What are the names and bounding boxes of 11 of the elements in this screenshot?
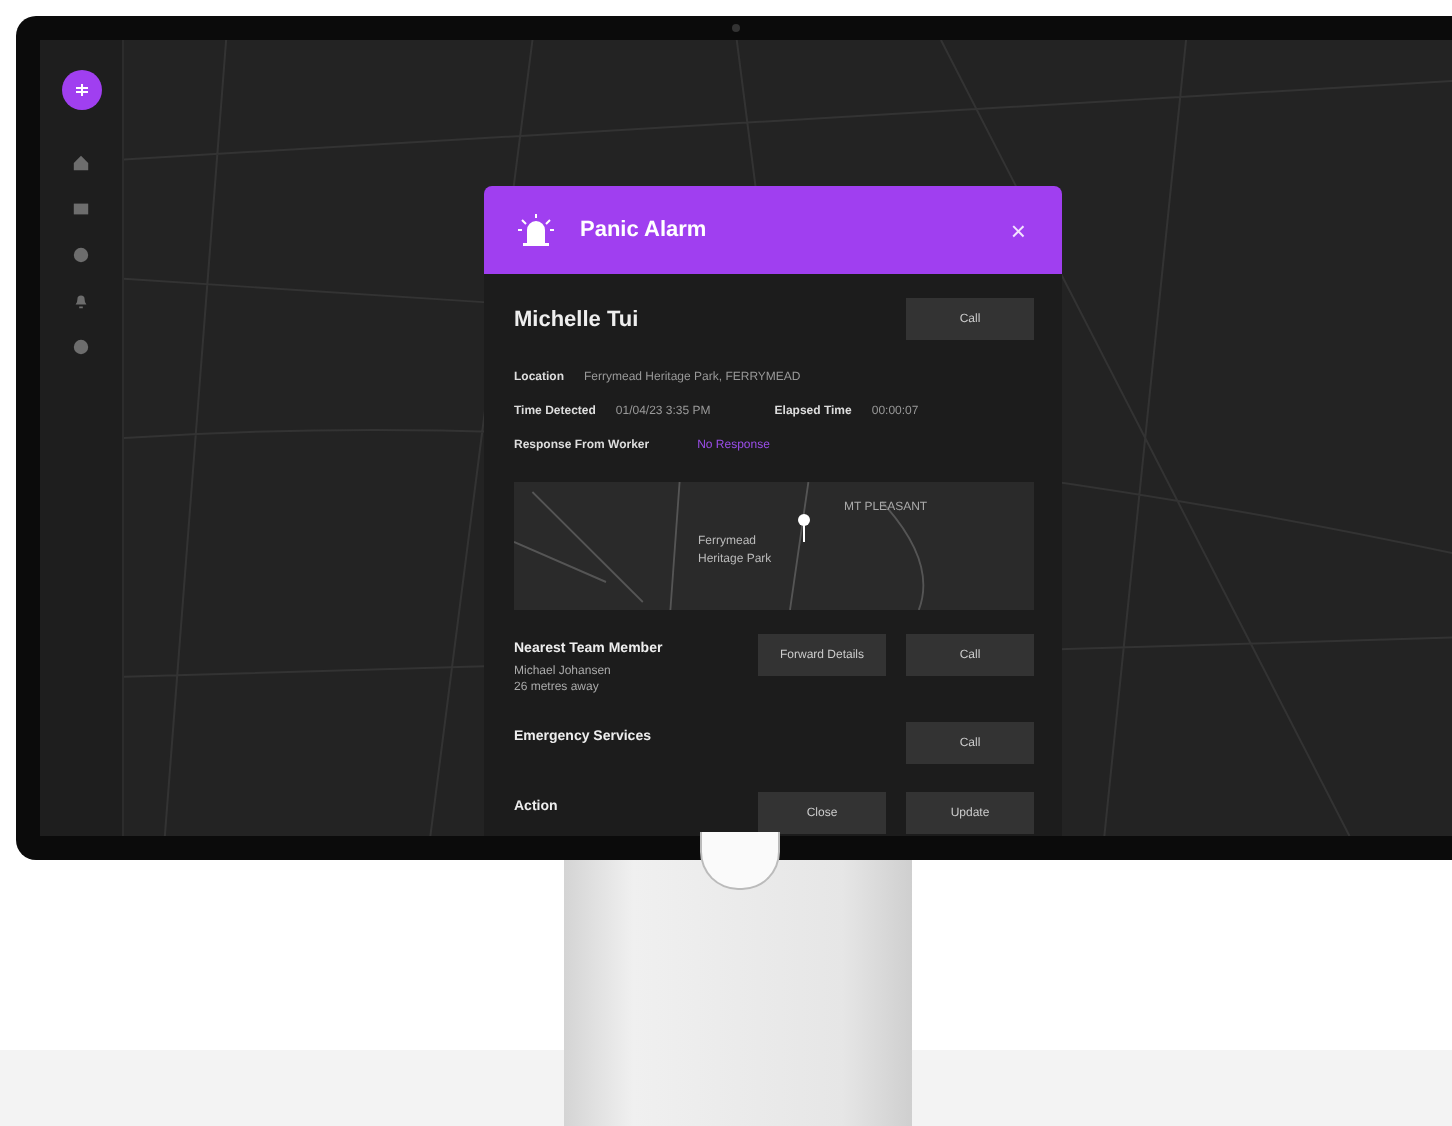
- logo-icon: [61, 70, 101, 110]
- stand-hinge: [700, 832, 780, 890]
- bell-icon[interactable]: [72, 292, 90, 310]
- camera-dot: [732, 24, 740, 32]
- worker-name: Michelle Tui: [514, 307, 639, 331]
- home-icon[interactable]: [72, 154, 90, 172]
- map-pin-icon: [798, 514, 810, 542]
- list-icon[interactable]: [72, 200, 90, 218]
- dialog-title: Panic Alarm: [580, 218, 709, 242]
- siren-icon: [516, 214, 556, 246]
- close-button[interactable]: ×: [1002, 215, 1034, 245]
